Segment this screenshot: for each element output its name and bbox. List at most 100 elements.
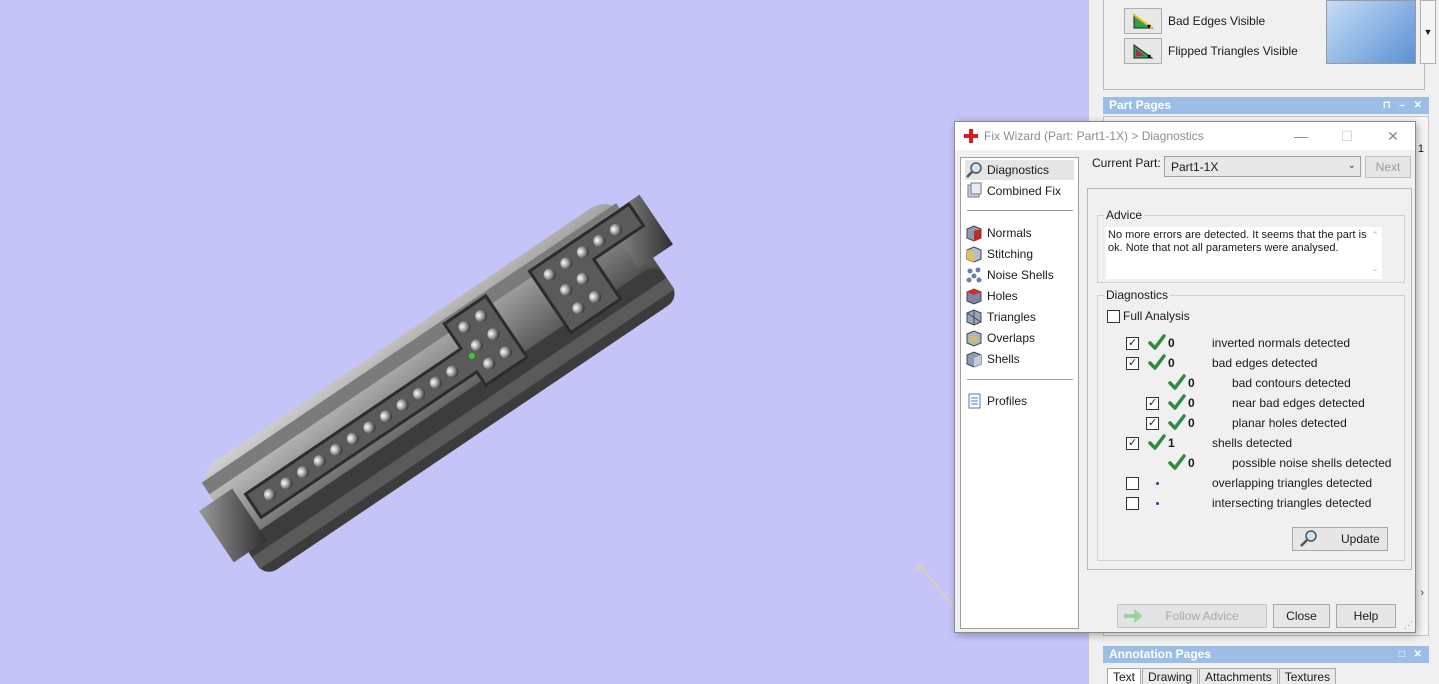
current-part-value: Part1-1X xyxy=(1171,160,1219,174)
current-part-select[interactable]: Part1-1X ⌄ xyxy=(1164,156,1361,177)
follow-advice-button[interactable]: Follow Advice xyxy=(1117,604,1267,628)
diagnostic-row: overlapping triangles detected xyxy=(1126,473,1372,493)
diagnostic-checkbox[interactable] xyxy=(1146,396,1159,410)
tab-drawing[interactable]: Drawing xyxy=(1142,668,1199,684)
svg-text:▾: ▾ xyxy=(1147,22,1151,30)
nav-label: Stitching xyxy=(987,247,1034,261)
bad-edges-label: Bad Edges Visible xyxy=(1168,14,1266,28)
nav-item-profiles[interactable]: Profiles xyxy=(965,391,1074,411)
maximize-button[interactable]: ☐ xyxy=(1333,126,1361,146)
diagnostic-checkbox[interactable] xyxy=(1126,356,1139,370)
wizard-title: Fix Wizard (Part: Part1-1X) > Diagnostic… xyxy=(984,129,1204,143)
magnifier-icon xyxy=(965,161,983,179)
nav-item-stitching[interactable]: Stitching xyxy=(965,244,1074,264)
diagnostic-checkbox[interactable] xyxy=(1126,436,1139,450)
nav-label: Triangles xyxy=(987,310,1036,324)
green-arrow-icon xyxy=(1122,607,1144,632)
ring-model: x xyxy=(199,194,953,606)
full-analysis-row[interactable]: Full Analysis xyxy=(1107,306,1190,326)
diagnostic-label: intersecting triangles detected xyxy=(1212,496,1372,510)
tab-textures[interactable]: Textures xyxy=(1278,668,1337,684)
nav-divider xyxy=(967,210,1073,211)
noise-shells-icon xyxy=(965,266,983,284)
flipped-triangles-label: Flipped Triangles Visible xyxy=(1168,44,1298,58)
diagnostic-count: 0 xyxy=(1168,336,1175,350)
diagnostic-checkbox[interactable] xyxy=(1126,496,1139,510)
bad-edges-icon: ▾ xyxy=(1133,14,1154,30)
diagnostic-checkbox[interactable] xyxy=(1126,336,1139,350)
nav-label: Profiles xyxy=(987,394,1028,408)
next-button[interactable]: Next xyxy=(1365,156,1411,178)
green-check-icon xyxy=(1166,374,1188,392)
advice-title: Advice xyxy=(1104,208,1145,222)
advice-text: No more errors are detected. It seems th… xyxy=(1108,229,1367,254)
diagnostic-count: 1 xyxy=(1168,436,1175,450)
minimize-button[interactable]: — xyxy=(1287,126,1315,146)
annotation-pages-header: Annotation Pages □ ✕ xyxy=(1103,646,1429,663)
diagnostic-label: near bad edges detected xyxy=(1232,396,1365,410)
tab-text[interactable]: Text xyxy=(1107,668,1142,684)
full-analysis-label: Full Analysis xyxy=(1123,309,1190,323)
nav-label: Holes xyxy=(987,289,1018,303)
diagnostic-row: intersecting triangles detected xyxy=(1126,493,1371,513)
diagnostic-row: 0 bad edges detected xyxy=(1126,353,1317,373)
green-check-icon xyxy=(1166,454,1188,472)
nav-item-triangles[interactable]: Triangles xyxy=(965,307,1074,327)
green-check-icon xyxy=(1146,334,1168,352)
diagnostic-count: 0 xyxy=(1188,376,1195,390)
diagnostic-label: overlapping triangles detected xyxy=(1212,476,1373,490)
nav-item-normals[interactable]: Normals xyxy=(965,223,1074,243)
magnifier-icon xyxy=(1299,529,1319,550)
view-cube-dropdown[interactable]: ▼ xyxy=(1420,0,1436,64)
resize-grip[interactable]: ⋰ xyxy=(1404,620,1413,631)
diagnostic-label: bad edges detected xyxy=(1212,356,1318,370)
panel-header-controls[interactable]: ⊓ – ✕ xyxy=(1383,97,1425,114)
svg-text:x: x xyxy=(916,562,921,573)
current-part-label: Current Part: xyxy=(1092,156,1161,170)
close-button[interactable]: Close xyxy=(1273,604,1330,628)
nav-item-holes[interactable]: Holes xyxy=(965,286,1074,306)
update-button[interactable]: Update xyxy=(1292,527,1388,551)
wizard-titlebar[interactable]: Fix Wizard (Part: Part1-1X) > Diagnostic… xyxy=(955,122,1415,150)
nav-item-overlaps[interactable]: Overlaps xyxy=(965,328,1074,348)
annotation-header-controls[interactable]: □ ✕ xyxy=(1399,646,1425,663)
advice-text-box[interactable]: No more errors are detected. It seems th… xyxy=(1106,227,1382,279)
advice-scrollbar[interactable]: ⌃ ⌄ xyxy=(1368,227,1382,279)
3d-viewport[interactable]: x xyxy=(0,0,1088,684)
diagnostic-label: inverted normals detected xyxy=(1212,336,1351,350)
nav-item-combined-fix[interactable]: Combined Fix xyxy=(965,181,1074,201)
full-analysis-checkbox[interactable] xyxy=(1107,309,1120,323)
svg-text:▾: ▾ xyxy=(1147,52,1151,60)
combined-fix-icon xyxy=(965,182,983,200)
close-window-button[interactable]: ✕ xyxy=(1379,126,1407,146)
nav-label: Shells xyxy=(987,352,1020,366)
diagnostic-row: 0 near bad edges detected xyxy=(1146,393,1365,413)
nav-divider xyxy=(967,379,1073,380)
nav-label: Diagnostics xyxy=(987,163,1050,177)
nav-item-noise-shells[interactable]: Noise Shells xyxy=(965,265,1074,285)
nav-item-diagnostics[interactable]: Diagnostics xyxy=(965,160,1074,180)
view-cube-preview[interactable] xyxy=(1326,0,1416,64)
green-check-icon xyxy=(1146,354,1168,372)
bad-edges-visible-button[interactable]: ▾ xyxy=(1124,8,1162,34)
nav-label: Combined Fix xyxy=(987,184,1062,198)
normals-cube-icon xyxy=(965,224,983,242)
help-button[interactable]: Help xyxy=(1336,604,1396,628)
diagnostic-row: 0 planar holes detected xyxy=(1146,413,1347,433)
green-check-icon xyxy=(1166,394,1188,412)
diagnostic-checkbox[interactable] xyxy=(1126,476,1139,490)
bad-edges-row: ▾ Bad Edges Visible xyxy=(1124,8,1265,34)
flipped-triangles-visible-button[interactable]: ▾ xyxy=(1124,38,1162,64)
diagnostic-label: bad contours detected xyxy=(1232,376,1351,390)
diagnostic-row: 1 shells detected xyxy=(1126,433,1292,453)
checkbox-slot xyxy=(1126,436,1146,450)
visibility-section: ▾ Bad Edges Visible ▾ Flipped Triangles … xyxy=(1103,0,1436,90)
tab-attachments[interactable]: Attachments xyxy=(1199,668,1278,684)
checkbox-slot xyxy=(1146,396,1166,410)
scroll-right-icon[interactable]: › xyxy=(1420,587,1424,599)
diagnostic-count: 0 xyxy=(1188,456,1195,470)
nav-label: Noise Shells xyxy=(987,268,1054,282)
nav-item-shells[interactable]: Shells xyxy=(965,349,1074,369)
checkbox-slot xyxy=(1126,356,1146,370)
diagnostic-checkbox[interactable] xyxy=(1146,416,1159,430)
